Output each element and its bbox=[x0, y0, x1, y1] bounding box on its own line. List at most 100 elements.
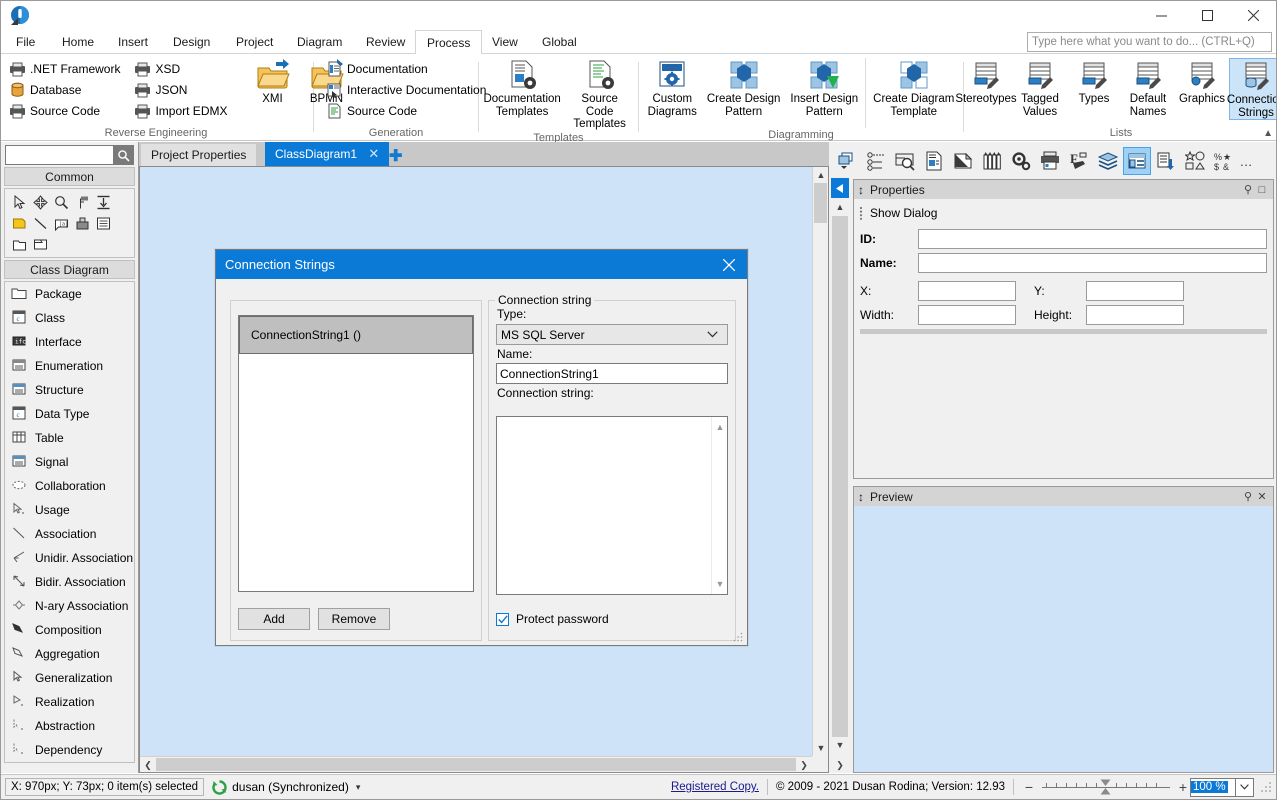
scroll-up-icon[interactable]: ▲ bbox=[712, 419, 728, 435]
zoom-icon[interactable] bbox=[51, 192, 71, 212]
preview-panel-body[interactable] bbox=[854, 506, 1273, 772]
window-resize-grip[interactable] bbox=[1260, 781, 1272, 793]
add-button[interactable]: Add bbox=[238, 608, 310, 630]
frame-icon[interactable] bbox=[30, 234, 50, 254]
align-icon[interactable] bbox=[93, 192, 113, 212]
document-tab-classdiagram1[interactable]: ClassDiagram1 ✕ bbox=[265, 142, 390, 166]
toolbox-item-class[interactable]: c Class bbox=[5, 306, 134, 330]
zoom-slider-thumb[interactable] bbox=[1100, 779, 1111, 795]
close-icon[interactable]: ✕ bbox=[368, 146, 379, 161]
model-tree-icon[interactable] bbox=[862, 147, 890, 175]
textarea-scrollbar[interactable]: ▲ ▼ bbox=[711, 417, 727, 594]
toolbox-item-generalization[interactable]: Generalization bbox=[5, 666, 134, 690]
ribbon-item-custom-diagrams[interactable]: Custom Diagrams bbox=[643, 58, 702, 118]
ribbon-tab-project[interactable]: Project bbox=[225, 30, 284, 54]
connection-strings-listbox[interactable]: ConnectionString1 () bbox=[238, 315, 474, 592]
ribbon-collapse-button[interactable]: ▲ bbox=[1263, 128, 1273, 139]
scroll-right-icon[interactable]: ❯ bbox=[796, 757, 812, 772]
global-search-input[interactable] bbox=[1027, 32, 1272, 52]
ribbon-item-connection-strings[interactable]: Connection Strings bbox=[1227, 58, 1276, 120]
toolbox-search[interactable] bbox=[5, 145, 134, 165]
scroll-up-icon[interactable]: ▲ bbox=[813, 167, 828, 183]
toolbox-section-class-diagram[interactable]: Class Diagram bbox=[4, 260, 135, 279]
ribbon-item-stereotypes[interactable]: Stereotypes bbox=[955, 58, 1017, 106]
list-item[interactable]: ConnectionString1 () bbox=[239, 316, 473, 354]
search-model-icon[interactable] bbox=[891, 147, 919, 175]
ribbon-tab-review[interactable]: Review bbox=[355, 30, 416, 54]
ribbon-item-xsd[interactable]: XSD bbox=[130, 58, 231, 79]
canvas-horizontal-scrollbar[interactable]: ❮ ❯ bbox=[140, 756, 812, 772]
vertical-scroll-thumb[interactable] bbox=[814, 183, 827, 223]
maximize-icon[interactable]: □ bbox=[1255, 184, 1269, 196]
package-icon[interactable] bbox=[9, 234, 29, 254]
validate-icon[interactable] bbox=[1152, 147, 1180, 175]
scroll-down-icon[interactable]: ▼ bbox=[831, 737, 849, 753]
remove-button[interactable]: Remove bbox=[318, 608, 390, 630]
name-input[interactable] bbox=[496, 363, 728, 384]
collapse-icon[interactable]: ↕ bbox=[858, 490, 864, 504]
zoom-level-value[interactable]: 100 % bbox=[1190, 777, 1236, 797]
height-field[interactable] bbox=[1086, 305, 1184, 325]
name-field[interactable] bbox=[918, 253, 1267, 273]
palette-icon[interactable] bbox=[978, 147, 1006, 175]
settings-icon[interactable] bbox=[1007, 147, 1035, 175]
diagram-list-icon[interactable] bbox=[833, 147, 861, 175]
toolbox-item-realization[interactable]: Realization bbox=[5, 690, 134, 714]
ribbon-item-source-code-re[interactable]: Source Code bbox=[5, 100, 124, 121]
ribbon-item-insert-design-pattern[interactable]: Insert Design Pattern bbox=[785, 58, 863, 118]
horizontal-scroll-thumb[interactable] bbox=[156, 758, 796, 771]
documentation-icon[interactable] bbox=[920, 147, 948, 175]
ribbon-item-source-code-gen[interactable]: Source Code bbox=[322, 100, 490, 121]
show-dialog-button[interactable]: Show Dialog bbox=[858, 202, 1273, 224]
dialog-resize-grip[interactable] bbox=[733, 632, 743, 642]
ribbon-item-source-code-templates[interactable]: Source Code Templates bbox=[563, 58, 636, 131]
scroll-down-icon[interactable]: ▼ bbox=[813, 740, 828, 756]
ribbon-tab-insert[interactable]: Insert bbox=[107, 30, 159, 54]
ribbon-item-tagged-values[interactable]: Tagged Values bbox=[1013, 58, 1067, 118]
edit-note-icon[interactable] bbox=[949, 147, 977, 175]
format-painter-icon[interactable] bbox=[72, 192, 92, 212]
pointer-icon[interactable] bbox=[9, 192, 29, 212]
ribbon-tab-home[interactable]: Home bbox=[51, 30, 105, 54]
collapse-icon[interactable]: ↕ bbox=[858, 183, 864, 197]
minimize-button[interactable] bbox=[1138, 1, 1184, 30]
right-panel-scrollbar[interactable]: ▲ ▼ ❯ bbox=[831, 199, 849, 773]
scroll-left-icon[interactable]: ❮ bbox=[140, 757, 156, 772]
canvas-vertical-scrollbar[interactable]: ▲ ▼ bbox=[812, 167, 828, 756]
toolbox-item-nary-association[interactable]: N-ary Association bbox=[5, 594, 134, 618]
scroll-down-icon[interactable]: ▼ bbox=[712, 576, 728, 592]
width-field[interactable] bbox=[918, 305, 1016, 325]
toolbox-section-common[interactable]: Common bbox=[4, 167, 135, 186]
toolbox-item-table[interactable]: Table bbox=[5, 426, 134, 450]
zoom-out-button[interactable]: − bbox=[1022, 779, 1036, 795]
toolbox-item-data-type[interactable]: c Data Type bbox=[5, 402, 134, 426]
ribbon-item-create-design-pattern[interactable]: Create Design Pattern bbox=[702, 58, 786, 118]
list-icon[interactable] bbox=[93, 213, 113, 233]
close-icon[interactable]: ✕ bbox=[1255, 490, 1269, 503]
ribbon-tab-view[interactable]: View bbox=[481, 30, 529, 54]
ribbon-tab-global[interactable]: Global bbox=[531, 30, 588, 54]
layers-icon[interactable] bbox=[1094, 147, 1122, 175]
note-icon[interactable] bbox=[9, 213, 29, 233]
magnifier-icon[interactable] bbox=[113, 146, 133, 164]
toolbox-item-unidir-association[interactable]: Unidir. Association bbox=[5, 546, 134, 570]
toolbox-item-abstraction[interactable]: Abstraction bbox=[5, 714, 134, 738]
ribbon-item-documentation-templates[interactable]: Documentation Templates bbox=[481, 58, 563, 118]
toolbox-item-association[interactable]: Association bbox=[5, 522, 134, 546]
toolbox-item-interface[interactable]: ifc Interface bbox=[5, 330, 134, 354]
move-icon[interactable] bbox=[30, 192, 50, 212]
registered-copy-link[interactable]: Registered Copy. bbox=[671, 781, 759, 793]
toolbox-item-bidir-association[interactable]: Bidir. Association bbox=[5, 570, 134, 594]
toolbar-overflow-button[interactable]: … bbox=[1239, 154, 1253, 169]
right-panel-scroll-thumb[interactable] bbox=[832, 216, 848, 753]
connection-strings-panel-icon[interactable] bbox=[1123, 147, 1151, 175]
ribbon-tab-diagram[interactable]: Diagram bbox=[286, 30, 353, 54]
add-tab-button[interactable]: ✚ bbox=[389, 146, 402, 166]
chevron-down-icon[interactable]: ▾ bbox=[356, 782, 361, 793]
maximize-button[interactable] bbox=[1184, 1, 1230, 30]
zoom-in-button[interactable]: + bbox=[1176, 779, 1190, 795]
shapes-icon[interactable] bbox=[1181, 147, 1209, 175]
document-tab-project-properties[interactable]: Project Properties bbox=[141, 144, 257, 166]
toolbox-item-dependency[interactable]: Dependency bbox=[5, 738, 134, 762]
pin-icon[interactable]: ⚲ bbox=[1241, 490, 1255, 503]
